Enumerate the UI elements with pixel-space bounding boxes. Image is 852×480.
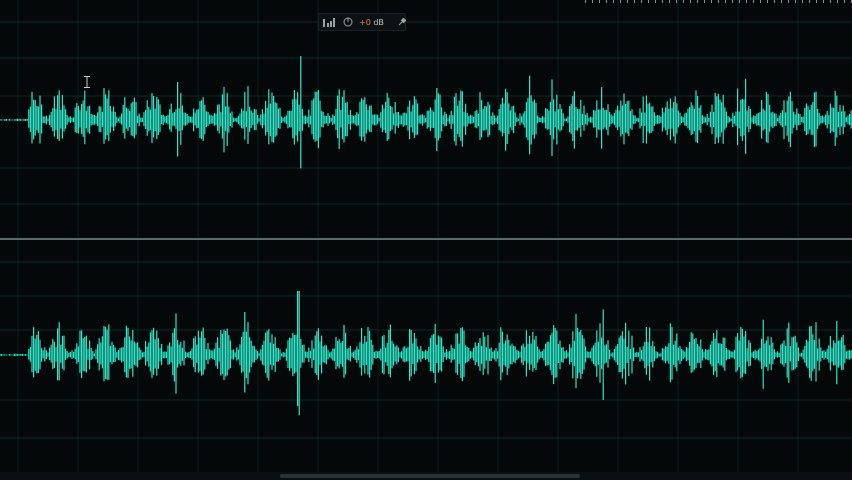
gain-readout[interactable]: +0 dB	[359, 18, 384, 27]
waveform-editor[interactable]: +0 dB	[0, 0, 852, 480]
gain-sign: +	[359, 17, 366, 27]
horizontal-scrollbar[interactable]	[0, 472, 852, 480]
gain-knob-icon[interactable]	[343, 17, 353, 27]
clip-gain-hud[interactable]: +0 dB	[318, 13, 406, 31]
channel-right-waveform[interactable]	[0, 285, 852, 425]
time-ruler-ticks	[585, 0, 852, 3]
channel-divider[interactable]	[0, 238, 852, 240]
gain-unit: dB	[373, 17, 384, 27]
text-cursor-icon	[84, 76, 90, 88]
pin-icon[interactable]	[398, 18, 406, 26]
channel-left-waveform[interactable]	[0, 50, 852, 190]
scrollbar-thumb[interactable]	[280, 474, 580, 478]
volume-bars-icon[interactable]	[323, 17, 337, 27]
gain-value: 0	[365, 17, 371, 27]
